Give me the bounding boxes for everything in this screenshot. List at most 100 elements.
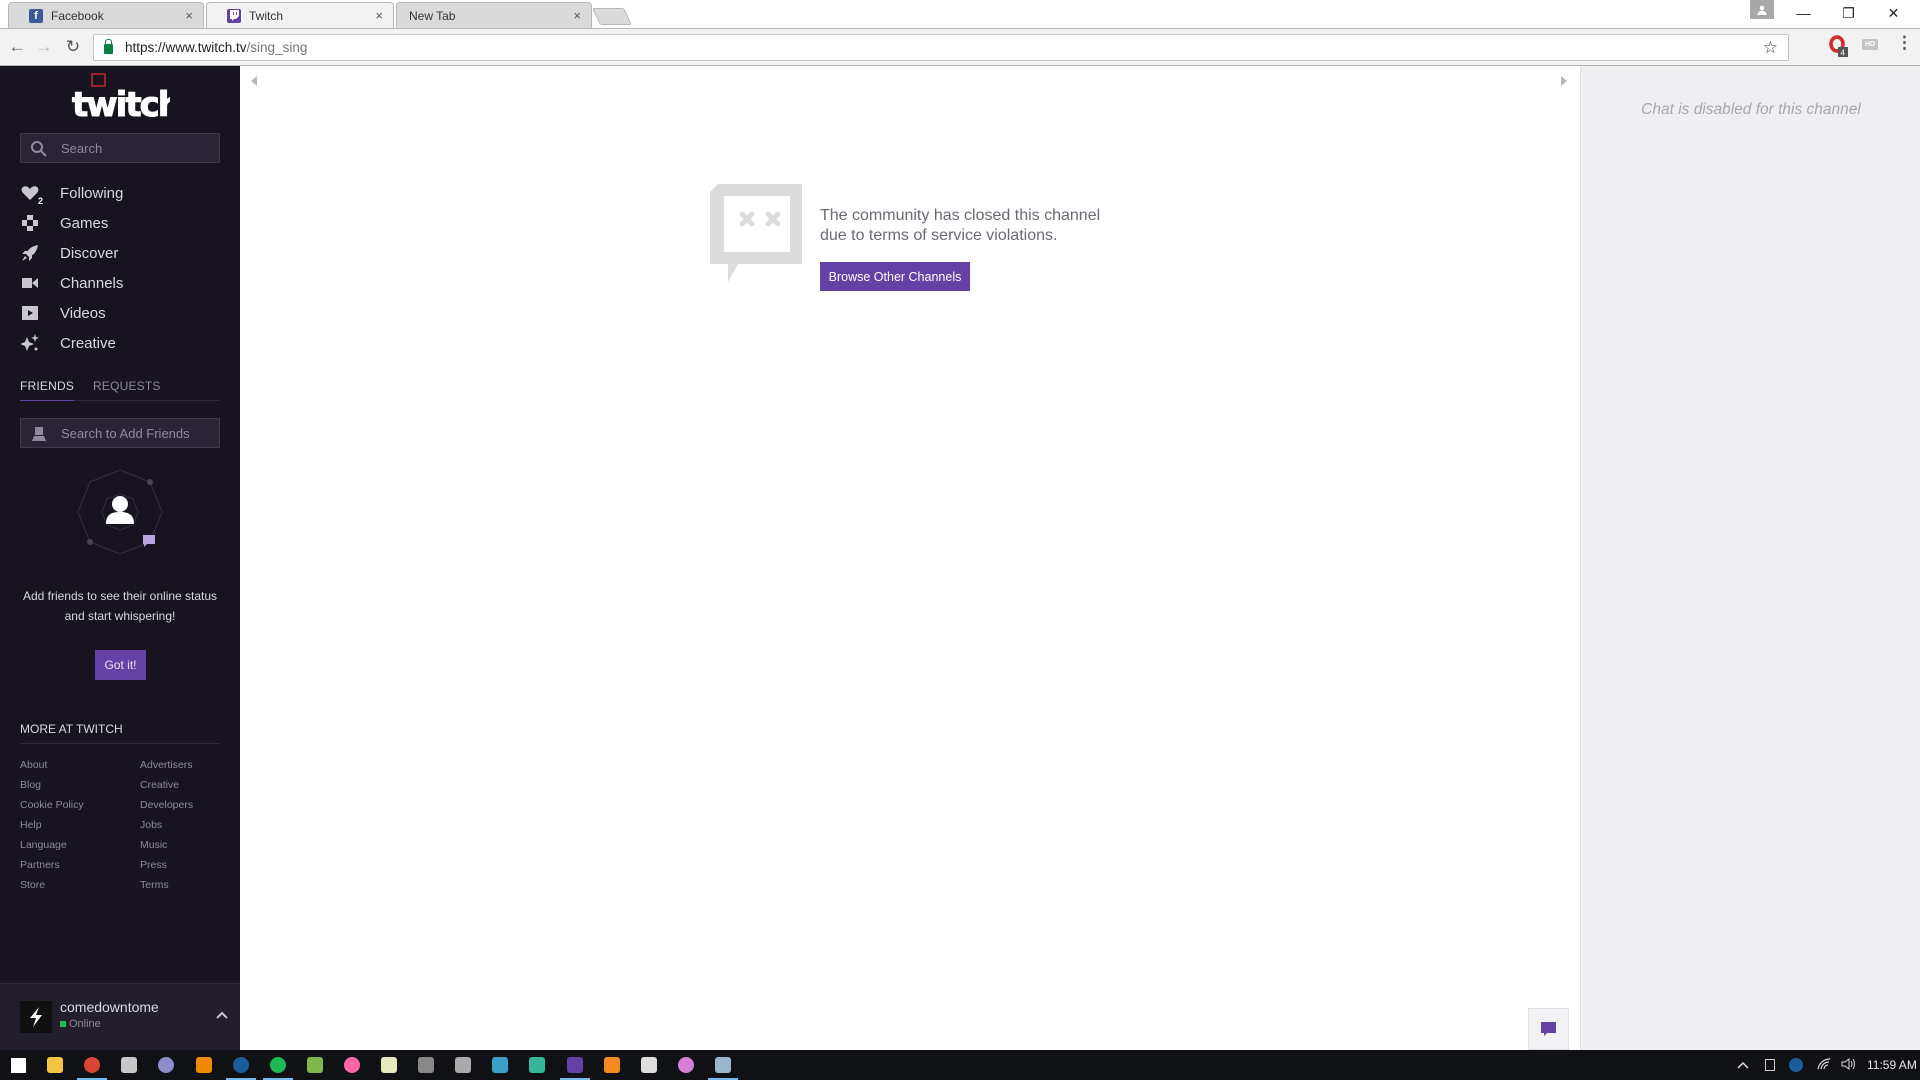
close-tab-icon[interactable]: × xyxy=(185,8,193,23)
address-bar[interactable]: https://www.twitch.tv/sing_sing ☆ xyxy=(93,34,1789,61)
tab-twitch[interactable]: Twitch × xyxy=(206,2,394,28)
opera-vpn-extension-icon[interactable]: 4 xyxy=(1829,35,1851,62)
sidebar-item-discover[interactable]: Discover xyxy=(20,241,220,265)
search-input[interactable]: Search xyxy=(20,133,220,163)
footer-link-language[interactable]: Language xyxy=(20,839,67,851)
lock-icon xyxy=(104,38,113,54)
reload-button[interactable]: ↻ xyxy=(61,35,85,59)
tab-facebook[interactable]: f Facebook × xyxy=(8,2,204,28)
twitch-logo[interactable]: twitch xyxy=(70,72,182,126)
footer-link-cookie-policy[interactable]: Cookie Policy xyxy=(20,799,84,811)
avatar[interactable] xyxy=(20,1001,52,1033)
close-window-button[interactable]: ✕ xyxy=(1871,0,1916,26)
footer-link-developers[interactable]: Developers xyxy=(140,799,193,811)
gamepad-icon xyxy=(20,213,40,233)
footer-link-terms[interactable]: Terms xyxy=(140,879,169,891)
footer-link-music[interactable]: Music xyxy=(140,839,167,851)
footer-link-jobs[interactable]: Jobs xyxy=(140,819,162,831)
tab-title: New Tab xyxy=(409,8,456,23)
sidebar-item-videos[interactable]: Videos xyxy=(20,301,220,325)
user-status: Online xyxy=(60,1018,101,1030)
footer-link-press[interactable]: Press xyxy=(140,859,167,871)
taskbar-chrome-icon[interactable] xyxy=(74,1050,110,1080)
taskbar-itunes-icon[interactable] xyxy=(668,1050,704,1080)
bookmark-star-icon[interactable]: ☆ xyxy=(1763,38,1778,58)
collapse-right-arrow-icon[interactable] xyxy=(1561,76,1567,86)
collapse-left-arrow-icon[interactable] xyxy=(251,76,257,86)
footer-link-partners[interactable]: Partners xyxy=(20,859,60,871)
wifi-icon[interactable] xyxy=(1817,1057,1831,1073)
footer-link-help[interactable]: Help xyxy=(20,819,42,831)
minimize-button[interactable]: — xyxy=(1781,0,1826,26)
taskbar-start-button-icon[interactable] xyxy=(0,1050,36,1080)
discord-glyph xyxy=(529,1057,546,1073)
taskbar-osu-icon[interactable] xyxy=(334,1050,370,1080)
tab-new-tab[interactable]: New Tab × xyxy=(396,2,592,28)
got-it-button[interactable]: Got it! xyxy=(95,650,146,680)
twitch-sidebar: twitch Search 2 Following Games Discover… xyxy=(0,66,240,1050)
nav-label: Following xyxy=(60,184,124,202)
taskbar-steam-icon[interactable] xyxy=(223,1050,259,1080)
search-friends-input[interactable]: Search to Add Friends xyxy=(20,418,220,448)
taskbar-spotify-icon[interactable] xyxy=(260,1050,296,1080)
chrome-menu-icon[interactable]: ⋮ xyxy=(1896,33,1913,53)
taskbar-utility-app-icon[interactable] xyxy=(111,1050,147,1080)
browser-tab-strip: f Facebook × Twitch × New Tab × — ❐ ✕ xyxy=(0,0,1920,28)
footer-link-store[interactable]: Store xyxy=(20,879,45,891)
back-button[interactable]: ← xyxy=(5,35,29,59)
file-explorer-glyph xyxy=(47,1057,64,1073)
taskbar-network-monitor-icon[interactable] xyxy=(705,1050,741,1080)
search-placeholder: Search xyxy=(61,140,103,156)
new-tab-button[interactable] xyxy=(592,8,632,25)
forward-button[interactable]: → xyxy=(32,35,56,59)
sidebar-item-creative[interactable]: Creative xyxy=(20,331,220,355)
taskbar-tw-app-icon[interactable] xyxy=(408,1050,444,1080)
taskbar-notepad-icon[interactable] xyxy=(297,1050,333,1080)
tab-title: Facebook xyxy=(51,8,104,23)
sidebar-item-following[interactable]: 2 Following xyxy=(20,181,220,206)
svg-text:twitch: twitch xyxy=(72,85,170,122)
clock[interactable]: 11:59 AM xyxy=(1867,1058,1917,1072)
taskbar-twitch-app-icon[interactable] xyxy=(557,1050,593,1080)
footer-link-blog[interactable]: Blog xyxy=(20,779,41,791)
footer-link-about[interactable]: About xyxy=(20,759,47,771)
nav-label: Channels xyxy=(60,274,124,292)
status-label: Online xyxy=(69,1018,101,1030)
footer-link-creative[interactable]: Creative xyxy=(140,779,179,791)
tray-app-icon[interactable] xyxy=(1765,1059,1775,1071)
chevron-up-icon[interactable] xyxy=(216,1006,228,1022)
lightning-icon xyxy=(30,1007,42,1027)
friends-tabs: FRIENDS REQUESTS xyxy=(20,376,220,401)
close-tab-icon[interactable]: × xyxy=(375,8,383,23)
close-tab-icon[interactable]: × xyxy=(573,8,581,23)
taskbar-discord-icon[interactable] xyxy=(519,1050,555,1080)
notepad-glyph xyxy=(306,1057,323,1073)
footer-link-advertisers[interactable]: Advertisers xyxy=(140,759,193,771)
sidebar-item-channels[interactable]: Channels xyxy=(20,271,220,295)
taskbar-99-app-icon[interactable] xyxy=(371,1050,407,1080)
steam-tray-icon[interactable] xyxy=(1789,1058,1803,1072)
taskbar-file-explorer-icon[interactable] xyxy=(37,1050,73,1080)
taskbar-bittorrent-icon[interactable] xyxy=(148,1050,184,1080)
chat-toggle-button[interactable] xyxy=(1528,1008,1569,1050)
taskbar-ccleaner-app-icon[interactable] xyxy=(445,1050,481,1080)
browse-other-channels-button[interactable]: Browse Other Channels xyxy=(820,262,970,291)
username[interactable]: comedowntome xyxy=(60,999,159,1015)
volume-icon[interactable] xyxy=(1841,1057,1857,1073)
tab-friends[interactable]: FRIENDS xyxy=(20,379,75,401)
taskbar-be-app-icon[interactable] xyxy=(631,1050,667,1080)
bittorrent-glyph xyxy=(158,1057,175,1073)
taskbar-nox-app-icon[interactable] xyxy=(482,1050,518,1080)
nav-label: Games xyxy=(60,214,109,232)
spotify-glyph xyxy=(269,1057,286,1073)
restore-button[interactable]: ❐ xyxy=(1826,0,1871,26)
profile-button[interactable] xyxy=(1750,0,1774,19)
chat-disabled-message: Chat is disabled for this channel xyxy=(1641,101,1861,118)
search-friends-placeholder: Search to Add Friends xyxy=(61,425,190,441)
hd-extension-icon[interactable]: HD xyxy=(1862,39,1878,50)
sidebar-item-games[interactable]: Games xyxy=(20,211,220,235)
taskbar-blender-icon[interactable] xyxy=(594,1050,630,1080)
tab-requests[interactable]: REQUESTS xyxy=(93,379,161,393)
taskbar-vlc-icon[interactable] xyxy=(186,1050,222,1080)
tray-chevron-icon[interactable] xyxy=(1737,1058,1749,1072)
